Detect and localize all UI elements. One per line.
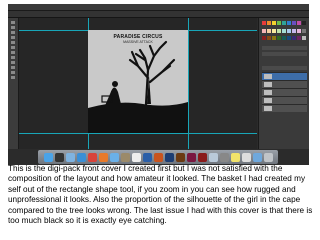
caption-text: This is the digi-pack front cover I crea… <box>8 164 313 226</box>
shape-tool-icon[interactable] <box>11 66 15 69</box>
menu-bar <box>8 4 309 11</box>
folder-icon[interactable] <box>252 152 262 162</box>
cover-subtitle: MASSIVE ATTACK <box>123 40 153 44</box>
dashboard-icon[interactable] <box>54 152 64 162</box>
canvas-area[interactable]: PARADISE CIRCUS MASSIVE ATTACK <box>19 18 257 149</box>
powerpoint-icon[interactable] <box>153 152 163 162</box>
type-tool-icon[interactable] <box>11 61 15 64</box>
right-panels <box>258 18 309 149</box>
firefox-icon[interactable] <box>98 152 108 162</box>
word-icon[interactable] <box>142 152 152 162</box>
eraser-tool-icon[interactable] <box>11 46 15 49</box>
layers-panel-header[interactable] <box>262 66 307 70</box>
adjustments-panel-header[interactable] <box>262 46 307 50</box>
options-bar <box>8 11 309 18</box>
photoshop-screenshot: PARADISE CIRCUS MASSIVE ATTACK <box>8 4 309 165</box>
calendar-icon[interactable] <box>131 152 141 162</box>
gradient-tool-icon[interactable] <box>11 51 15 54</box>
stickies-icon[interactable] <box>230 152 240 162</box>
marquee-tool-icon[interactable] <box>11 26 15 29</box>
pen-tool-icon[interactable] <box>11 56 15 59</box>
zoom-tool-icon[interactable] <box>11 76 15 79</box>
album-cover-artwork: PARADISE CIRCUS MASSIVE ATTACK <box>88 30 188 133</box>
mac-dock <box>38 150 278 164</box>
safari-icon[interactable] <box>76 152 86 162</box>
guide-line <box>19 133 257 134</box>
brush-tool-icon[interactable] <box>11 41 15 44</box>
tree-silhouette-graphic <box>88 30 188 133</box>
system-prefs-icon[interactable] <box>219 152 229 162</box>
chrome-icon[interactable] <box>87 152 97 162</box>
layer-row[interactable] <box>262 96 307 104</box>
layer-row[interactable] <box>262 80 307 88</box>
trash-icon[interactable] <box>263 152 273 162</box>
mail-icon[interactable] <box>65 152 75 162</box>
layer-row[interactable] <box>262 104 307 112</box>
guide-line <box>188 18 189 149</box>
lasso-tool-icon[interactable] <box>11 31 15 34</box>
layer-row[interactable] <box>262 72 307 80</box>
preview-icon[interactable] <box>208 152 218 162</box>
layer-row[interactable] <box>262 88 307 96</box>
crop-tool-icon[interactable] <box>11 36 15 39</box>
illustrator-icon[interactable] <box>175 152 185 162</box>
flash-icon[interactable] <box>197 152 207 162</box>
hand-tool-icon[interactable] <box>11 71 15 74</box>
textedit-icon[interactable] <box>241 152 251 162</box>
photoshop-icon[interactable] <box>164 152 174 162</box>
move-tool-icon[interactable] <box>11 21 15 24</box>
iphoto-icon[interactable] <box>120 152 130 162</box>
finder-icon[interactable] <box>43 152 53 162</box>
tools-panel <box>8 18 19 149</box>
swatches-panel[interactable] <box>262 21 307 43</box>
indesign-icon[interactable] <box>186 152 196 162</box>
styles-panel-header[interactable] <box>262 52 307 56</box>
itunes-icon[interactable] <box>109 152 119 162</box>
